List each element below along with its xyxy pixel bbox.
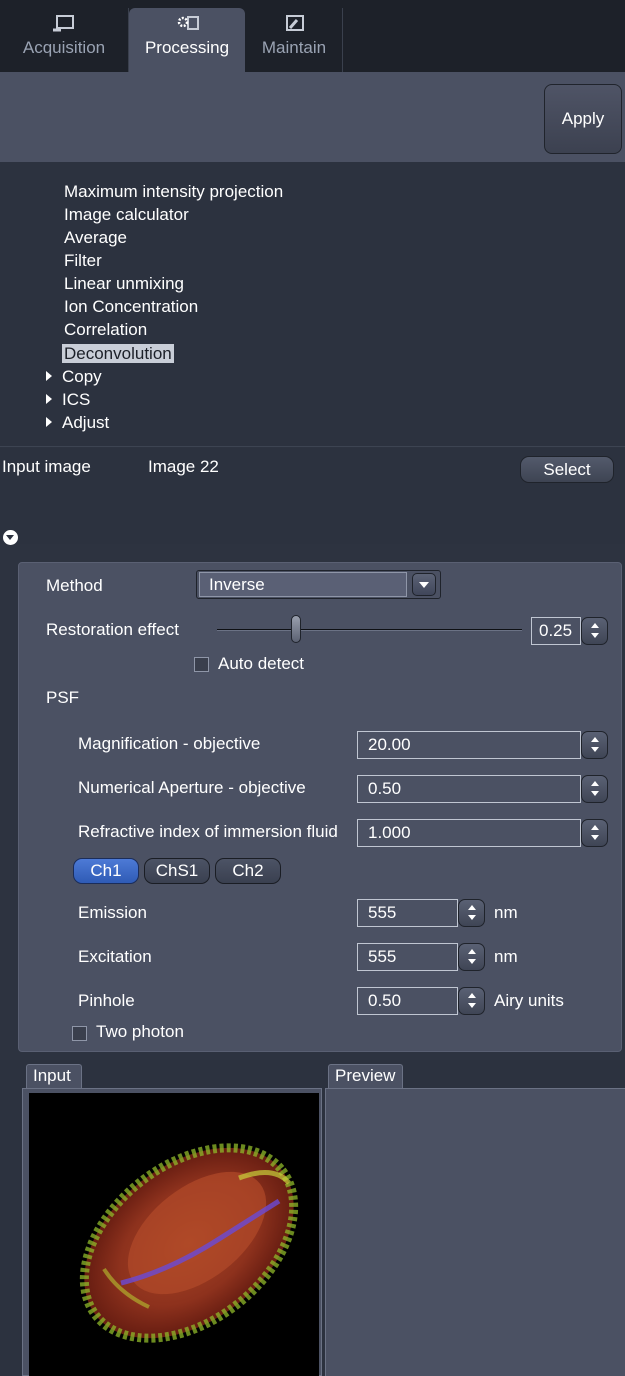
auto-detect-label: Auto detect — [218, 654, 305, 673]
preview-image-panel — [325, 1088, 625, 1376]
tab-maintain-label: Maintain — [261, 38, 327, 57]
expand-triangle-icon — [46, 394, 52, 404]
tool-item-deconvolution[interactable]: Deconvolution — [62, 342, 174, 365]
tool-item-image-calculator[interactable]: Image calculator — [64, 203, 189, 226]
refractive-index-label: Refractive index of immersion fluid — [78, 822, 338, 841]
two-photon-label: Two photon — [96, 1022, 184, 1041]
tool-group-copy[interactable]: Copy — [46, 365, 102, 388]
excitation-input[interactable]: 555 — [357, 943, 458, 971]
numerical-aperture-label: Numerical Aperture - objective — [78, 778, 306, 797]
tool-item-filter[interactable]: Filter — [64, 249, 102, 272]
method-value: Inverse — [199, 572, 407, 597]
restoration-slider-track[interactable] — [217, 629, 522, 631]
tab-preview[interactable]: Preview — [328, 1064, 403, 1088]
emission-unit: nm — [494, 903, 518, 922]
tab-processing-label: Processing — [144, 38, 230, 57]
restoration-spinner[interactable] — [581, 617, 608, 645]
expand-triangle-icon — [46, 417, 52, 427]
input-image-name: Image 22 — [148, 457, 219, 476]
magnification-input[interactable]: 20.00 — [357, 731, 581, 759]
tab-input[interactable]: Input — [26, 1064, 82, 1088]
channel-button-ch2[interactable]: Ch2 — [215, 858, 281, 884]
excitation-label: Excitation — [78, 947, 152, 966]
excitation-unit: nm — [494, 947, 518, 966]
pinhole-unit: Airy units — [494, 991, 564, 1010]
two-photon-checkbox[interactable] — [72, 1026, 87, 1041]
tab-bar: Acquisition Processing Maintain — [0, 0, 625, 72]
numerical-aperture-spinner[interactable] — [581, 775, 608, 803]
auto-detect-checkbox[interactable] — [194, 657, 209, 672]
emission-spinner[interactable] — [458, 899, 485, 927]
magnification-label: Magnification - objective — [78, 734, 261, 753]
chevron-down-icon[interactable] — [412, 573, 436, 596]
tool-group-adjust[interactable]: Adjust — [46, 411, 109, 434]
excitation-spinner[interactable] — [458, 943, 485, 971]
method-label: Method — [46, 576, 103, 595]
emission-input[interactable]: 555 — [357, 899, 458, 927]
apply-bar: Apply — [0, 72, 625, 162]
restoration-slider-handle[interactable] — [291, 615, 301, 643]
pinhole-input[interactable]: 0.50 — [357, 987, 458, 1015]
pinhole-label: Pinhole — [78, 991, 135, 1010]
tab-acquisition-label: Acquisition — [22, 38, 106, 57]
psf-heading: PSF — [46, 688, 80, 707]
microscope-icon — [0, 8, 128, 38]
method-dropdown[interactable]: Inverse — [196, 570, 441, 599]
input-image-panel — [22, 1088, 322, 1376]
apply-button[interactable]: Apply — [544, 84, 622, 154]
channel-button-ch1[interactable]: Ch1 — [73, 858, 139, 884]
tab-maintain[interactable]: Maintain — [246, 8, 342, 72]
magnification-spinner[interactable] — [581, 731, 608, 759]
tool-item-ion-concentration[interactable]: Ion Concentration — [64, 295, 198, 318]
gear-icon — [129, 8, 245, 38]
tab-acquisition[interactable]: Acquisition — [0, 8, 128, 72]
tool-item-maximum-intensity-projection[interactable]: Maximum intensity projection — [64, 180, 283, 203]
expand-triangle-icon — [46, 371, 52, 381]
processing-tool-list: Maximum intensity projection Image calcu… — [0, 162, 625, 447]
wrench-icon — [246, 8, 342, 38]
select-button[interactable]: Select — [520, 456, 614, 483]
input-image-thumbnail — [29, 1093, 319, 1376]
numerical-aperture-input[interactable]: 0.50 — [357, 775, 581, 803]
restoration-effect-label: Restoration effect — [46, 620, 179, 639]
refractive-index-spinner[interactable] — [581, 819, 608, 847]
tab-divider — [342, 8, 343, 72]
divider — [0, 446, 625, 447]
tool-item-average[interactable]: Average — [64, 226, 127, 249]
pinhole-spinner[interactable] — [458, 987, 485, 1015]
tab-processing[interactable]: Processing — [129, 8, 245, 72]
tool-group-ics[interactable]: ICS — [46, 388, 90, 411]
tool-item-correlation[interactable]: Correlation — [64, 318, 147, 341]
emission-label: Emission — [78, 903, 147, 922]
tool-item-linear-unmixing[interactable]: Linear unmixing — [64, 272, 184, 295]
input-image-label: Input image — [2, 457, 91, 476]
channel-button-chs1[interactable]: ChS1 — [144, 858, 210, 884]
collapse-chevron-icon[interactable] — [3, 530, 18, 545]
restoration-effect-input[interactable]: 0.25 — [531, 617, 581, 645]
refractive-index-input[interactable]: 1.000 — [357, 819, 581, 847]
